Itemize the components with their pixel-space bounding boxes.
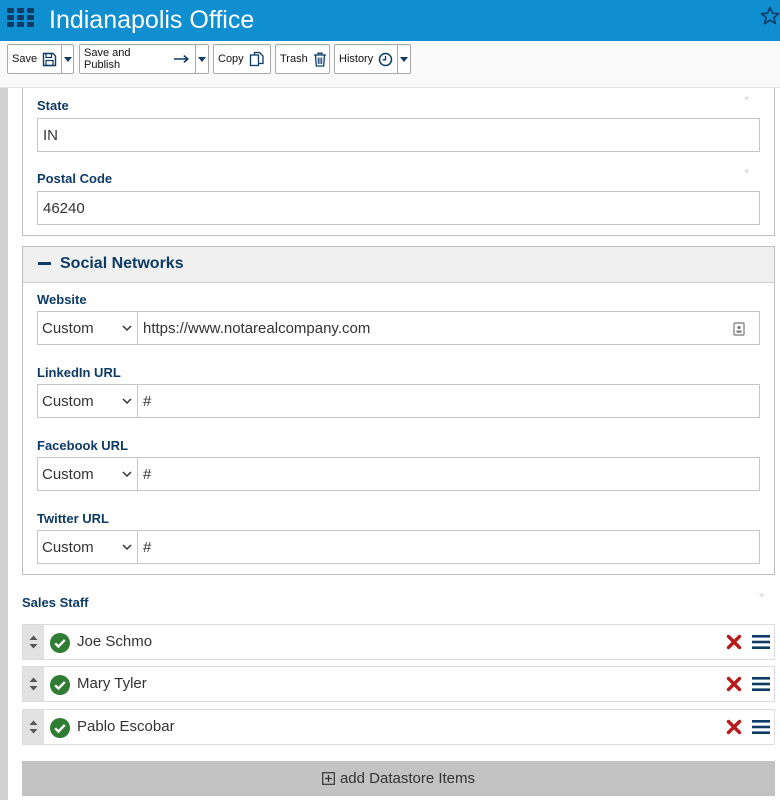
history-button[interactable]: History — [335, 45, 397, 73]
collapse-minus-icon — [38, 262, 51, 265]
facebook-input[interactable]: # — [137, 457, 760, 491]
list-item: Joe Schmo — [22, 624, 775, 660]
linkedin-label: LinkedIn URL — [37, 365, 121, 380]
staff-name[interactable]: Mary Tyler — [77, 675, 147, 692]
clock-icon — [378, 52, 393, 66]
drag-handle[interactable] — [23, 710, 44, 744]
staff-name[interactable]: Joe Schmo — [77, 633, 152, 650]
remove-x-icon[interactable] — [726, 719, 742, 735]
floppy-disk-icon — [42, 52, 57, 66]
favorite-star-icon[interactable] — [760, 6, 780, 26]
facebook-label: Facebook URL — [37, 438, 129, 453]
twitter-input[interactable]: # — [137, 530, 760, 564]
hamburger-menu-icon[interactable] — [752, 634, 770, 650]
trash-button[interactable]: Trash — [275, 44, 330, 74]
trash-label: Trash — [280, 53, 308, 65]
history-button-group: History — [334, 44, 411, 74]
check-circle-icon — [50, 633, 70, 653]
list-item: Pablo Escobar — [22, 709, 775, 745]
required-marker: * — [744, 165, 750, 181]
save-label: Save — [12, 53, 38, 65]
required-marker: * — [759, 589, 765, 605]
sales-staff-label: Sales Staff — [22, 595, 89, 610]
sort-arrows-icon — [29, 720, 38, 734]
left-scroll-rail — [0, 88, 8, 800]
twitter-type-select[interactable]: Custom — [37, 530, 138, 564]
save-and-publish-button[interactable]: Save and Publish — [80, 45, 195, 73]
chevron-down-icon — [122, 398, 132, 405]
check-circle-icon — [50, 675, 70, 695]
check-circle-icon — [50, 718, 70, 738]
history-label: History — [339, 53, 374, 65]
postal-code-input[interactable]: 46240 — [37, 191, 760, 225]
copy-button[interactable]: Copy — [213, 44, 271, 74]
required-marker: * — [744, 92, 750, 108]
facebook-type-value: Custom — [42, 465, 94, 483]
page-title: Indianapolis Office — [49, 6, 255, 34]
remove-x-icon[interactable] — [726, 634, 742, 650]
add-datastore-items-label: add Datastore Items — [339, 770, 476, 787]
arrow-right-icon — [174, 54, 190, 64]
linkedin-input[interactable]: # — [137, 384, 760, 418]
state-input[interactable]: IN — [37, 118, 760, 152]
twitter-label: Twitter URL — [37, 511, 109, 526]
save-publish-label: Save and Publish — [84, 47, 131, 71]
toolbar: Save Save and Publish Copy Trash History — [0, 41, 780, 88]
chevron-down-icon — [122, 544, 132, 551]
website-type-value: Custom — [42, 319, 94, 337]
sort-arrows-icon — [29, 677, 38, 691]
website-type-select[interactable]: Custom — [37, 311, 138, 345]
hamburger-menu-icon[interactable] — [752, 719, 770, 735]
copy-icon — [249, 51, 264, 67]
linkedin-type-select[interactable]: Custom — [37, 384, 138, 418]
save-options-dropdown[interactable] — [61, 45, 73, 73]
drag-handle[interactable] — [23, 667, 44, 701]
plus-square-icon — [322, 772, 335, 785]
linkedin-type-value: Custom — [42, 392, 94, 410]
save-button-group: Save — [7, 44, 74, 74]
website-label: Website — [37, 292, 87, 307]
postal-code-label: Postal Code — [37, 171, 113, 186]
hamburger-menu-icon[interactable] — [752, 676, 770, 692]
chevron-down-icon — [122, 325, 132, 332]
social-networks-header[interactable]: Social Networks — [22, 246, 775, 283]
top-bar: Indianapolis Office — [0, 0, 780, 41]
contact-card-icon[interactable] — [733, 322, 745, 336]
copy-label: Copy — [218, 53, 244, 65]
website-value: https://www.notarealcompany.com — [143, 319, 371, 337]
staff-name[interactable]: Pablo Escobar — [77, 718, 175, 735]
history-options-dropdown[interactable] — [397, 45, 410, 73]
social-networks-title: Social Networks — [60, 255, 184, 272]
save-publish-button-group: Save and Publish — [79, 44, 209, 74]
website-input[interactable]: https://www.notarealcompany.com — [137, 311, 760, 345]
state-label: State — [37, 98, 69, 113]
sort-arrows-icon — [29, 635, 38, 649]
chevron-down-icon — [122, 471, 132, 478]
apps-grid-icon[interactable] — [7, 8, 34, 28]
list-item: Mary Tyler — [22, 666, 775, 702]
remove-x-icon[interactable] — [726, 676, 742, 692]
twitter-type-value: Custom — [42, 538, 94, 556]
drag-handle[interactable] — [23, 625, 44, 659]
publish-options-dropdown[interactable] — [195, 45, 208, 73]
facebook-type-select[interactable]: Custom — [37, 457, 138, 491]
add-datastore-items-button[interactable]: add Datastore Items — [22, 761, 775, 796]
trash-icon — [313, 52, 326, 67]
save-button[interactable]: Save — [8, 45, 61, 73]
